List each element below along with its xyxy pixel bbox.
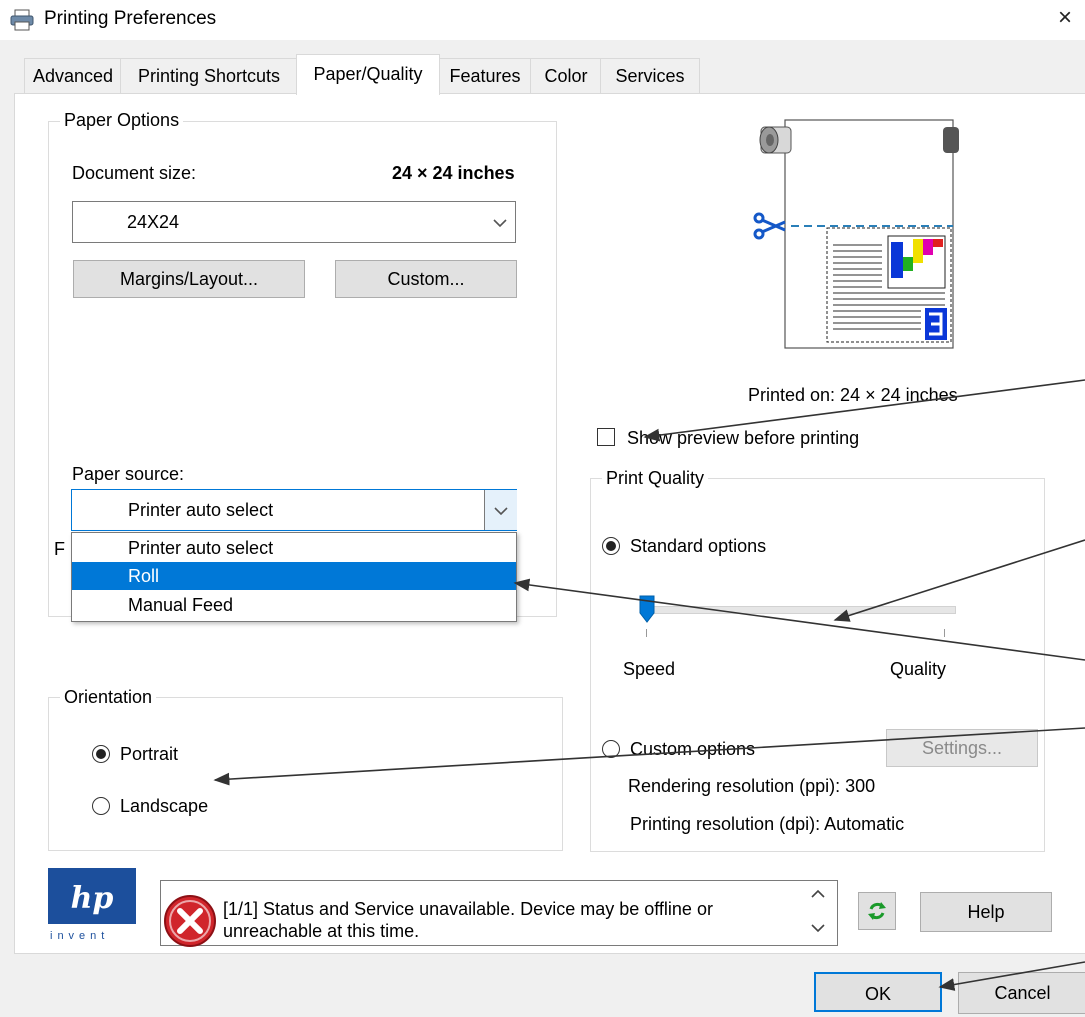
document-size-selected: 24X24 [127, 212, 180, 232]
printed-on-label: Printed on: 24 × 24 inches [748, 385, 958, 405]
close-icon[interactable]: × [1058, 4, 1072, 32]
document-size-select[interactable]: 24X24 [72, 201, 516, 243]
paper-source-selected: Printer auto select [128, 500, 274, 520]
speed-label: Speed [623, 659, 676, 679]
ok-button[interactable]: OK [814, 972, 942, 1012]
orientation-group [48, 697, 563, 851]
window-title: Printing Preferences [44, 8, 217, 29]
hidden-label-fragment: F [54, 539, 65, 559]
custom-options-label: Custom options [630, 739, 756, 759]
dropdown-option-printer-auto-select[interactable]: Printer auto select [72, 534, 516, 562]
option-label: Roll [128, 566, 160, 586]
landscape-radio[interactable] [92, 797, 110, 815]
printing-resolution: Printing resolution (dpi): Automatic [630, 814, 905, 834]
quality-slider-thumb[interactable] [639, 595, 655, 623]
hp-logo: hp invent [48, 868, 138, 948]
hp-invent-text: invent [50, 930, 110, 942]
custom-size-button[interactable]: Custom... [335, 260, 517, 298]
refresh-icon [868, 902, 886, 920]
dropdown-option-manual-feed[interactable]: Manual Feed [72, 591, 516, 619]
paper-roll-preview-icon [753, 119, 959, 349]
tab-paper-quality[interactable]: Paper/Quality [296, 54, 440, 95]
help-button[interactable]: Help [920, 892, 1052, 932]
show-preview-label: Show preview before printing [627, 428, 860, 448]
refresh-button[interactable] [858, 892, 896, 930]
chevron-down-icon [494, 507, 508, 516]
cancel-button[interactable]: Cancel [958, 972, 1085, 1014]
settings-button[interactable]: Settings... [886, 729, 1038, 767]
slider-tick-start [646, 629, 647, 637]
status-message-line2: unreachable at this time. [223, 921, 420, 941]
tab-printing-shortcuts[interactable]: Printing Shortcuts [120, 58, 298, 93]
status-message-box: [1/1] Status and Service unavailable. De… [160, 880, 838, 947]
rendering-resolution: Rendering resolution (ppi): 300 [628, 776, 876, 796]
tab-color[interactable]: Color [530, 58, 602, 93]
document-size-value: 24 × 24 inches [392, 163, 515, 183]
scroll-down-icon[interactable] [811, 923, 825, 933]
printer-icon [10, 9, 34, 31]
standard-options-label: Standard options [630, 536, 767, 556]
quality-label: Quality [890, 659, 947, 679]
paper-source-select[interactable]: Printer auto select [71, 489, 517, 531]
dropdown-button[interactable] [484, 490, 517, 530]
slider-tick-end [944, 629, 945, 637]
chevron-down-icon [493, 219, 507, 228]
paper-source-dropdown-list: Printer auto select Roll Manual Feed [71, 532, 517, 622]
title-bar: Printing Preferences × [0, 0, 1085, 40]
option-label: Printer auto select [128, 538, 274, 558]
error-icon [164, 895, 216, 947]
tab-services[interactable]: Services [600, 58, 700, 93]
print-quality-label: Print Quality [602, 468, 709, 489]
margins-layout-button[interactable]: Margins/Layout... [73, 260, 305, 298]
portrait-label: Portrait [120, 744, 179, 764]
orientation-label: Orientation [60, 687, 157, 708]
quality-slider-track [640, 606, 956, 614]
option-label: Manual Feed [128, 595, 234, 615]
custom-options-radio[interactable] [602, 740, 620, 758]
document-size-label: Document size: [72, 163, 197, 183]
svg-text:hp: hp [71, 881, 114, 916]
scroll-up-icon[interactable] [811, 889, 825, 899]
paper-options-label: Paper Options [60, 110, 184, 131]
standard-options-radio[interactable] [602, 537, 620, 555]
dropdown-option-roll[interactable]: Roll [72, 562, 516, 590]
show-preview-checkbox[interactable] [597, 428, 615, 446]
status-message-line1: [1/1] Status and Service unavailable. De… [223, 899, 713, 919]
landscape-label: Landscape [120, 796, 209, 816]
paper-source-label: Paper source: [72, 464, 185, 484]
tab-advanced[interactable]: Advanced [24, 58, 122, 93]
tab-features[interactable]: Features [438, 58, 532, 93]
portrait-radio[interactable] [92, 745, 110, 763]
